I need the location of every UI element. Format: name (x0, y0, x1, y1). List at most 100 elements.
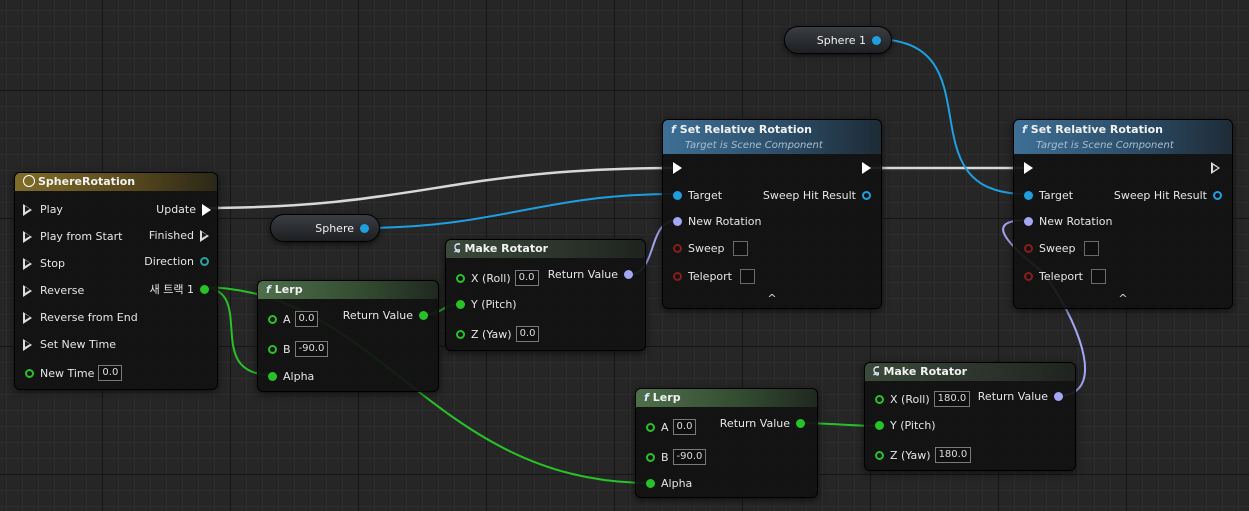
rotator-return-pin[interactable]: Return Value (978, 390, 1063, 403)
update-pin[interactable]: Update (156, 203, 211, 216)
node-subtitle: Target is Scene Component (685, 140, 823, 151)
pin-label: Play from Start (40, 230, 123, 243)
object-pin-icon[interactable] (360, 223, 369, 233)
sweep-pin[interactable]: Sweep (673, 241, 748, 256)
exec-in-pin[interactable] (1024, 162, 1033, 174)
exec-out-pin[interactable] (862, 162, 871, 174)
x-roll-pin[interactable]: X (Roll) 180.0 (875, 391, 971, 407)
new-rotation-pin[interactable]: New Rotation (1024, 215, 1113, 228)
sweep-hit-result-pin[interactable]: Sweep Hit Result (763, 189, 871, 202)
make-rotator-node-2[interactable]: ⫇ Make Rotator X (Roll) 180.0 Y (Pitch) Z … (864, 362, 1076, 471)
expand-arrow-icon[interactable]: ^ (663, 292, 881, 305)
expand-arrow-icon[interactable]: ^ (1014, 292, 1232, 305)
set-relative-rotation-node-2[interactable]: f Set Relative Rotation Target is Scene Co… (1013, 119, 1233, 309)
b-value-input[interactable]: -90.0 (672, 449, 707, 465)
lerp-a-pin[interactable]: A 0.0 (268, 311, 319, 327)
make-rotator-header[interactable]: ⫇ Make Rotator (446, 240, 645, 258)
float-pin-icon (646, 452, 655, 462)
pin-label: Return Value (342, 309, 413, 322)
target-pin[interactable]: Target (673, 189, 722, 202)
pin-label: Update (156, 203, 196, 216)
pin-label: Play (40, 203, 63, 216)
node-title: Set Relative Rotation (679, 123, 813, 136)
lerp-node-2[interactable]: f Lerp A 0.0 B -90.0 Alpha Return Value (635, 388, 818, 498)
lerp-a-pin[interactable]: A 0.0 (646, 419, 697, 435)
new-time-pin[interactable]: New Time 0.0 (25, 365, 123, 381)
teleport-checkbox[interactable] (1091, 269, 1106, 284)
finished-pin[interactable]: Finished (149, 229, 211, 242)
timeline-node-sphererotation[interactable]: SphereRotation Play Play from Start Stop… (14, 172, 218, 390)
z-yaw-input[interactable]: 0.0 (515, 326, 540, 342)
exec-in-icon (23, 338, 34, 351)
lerp-alpha-pin[interactable]: Alpha (646, 477, 692, 490)
a-value-input[interactable]: 0.0 (294, 311, 319, 327)
rotator-pin-icon (673, 217, 682, 226)
pin-label: Return Value (547, 268, 618, 281)
float-pin-icon (456, 273, 465, 283)
sweep-pin[interactable]: Sweep (1024, 241, 1099, 256)
teleport-pin[interactable]: Teleport (673, 269, 755, 284)
rotator-pin-icon (624, 270, 633, 279)
exec-out-pin[interactable] (1211, 162, 1222, 174)
reverse-pin[interactable]: Reverse (23, 284, 84, 297)
exec-in-icon (23, 257, 34, 270)
track-pin[interactable]: 새 트랙 1 (150, 281, 209, 297)
rotator-return-pin[interactable]: Return Value (548, 268, 633, 281)
lerp-b-pin[interactable]: B -90.0 (268, 341, 329, 357)
set-rotation-header[interactable]: f Set Relative Rotation Target is Scene Co… (663, 120, 881, 154)
make-rotator-header[interactable]: ⫇ Make Rotator (865, 363, 1075, 381)
new-time-input[interactable]: 0.0 (98, 365, 123, 381)
sphere1-variable-node[interactable]: Sphere 1 (784, 26, 892, 54)
a-value-input[interactable]: 0.0 (672, 419, 697, 435)
z-yaw-pin[interactable]: Z (Yaw) 0.0 (456, 326, 540, 342)
set-relative-rotation-node-1[interactable]: f Set Relative Rotation Target is Scene Co… (662, 119, 882, 309)
lerp-return-pin[interactable]: Return Value (343, 309, 428, 322)
sweep-hit-result-pin[interactable]: Sweep Hit Result (1114, 189, 1222, 202)
float-pin-icon (646, 479, 655, 488)
lerp-alpha-pin[interactable]: Alpha (268, 370, 314, 383)
lerp-header[interactable]: f Lerp (636, 389, 817, 407)
reverse-from-end-pin[interactable]: Reverse from End (23, 311, 138, 324)
play-from-start-pin[interactable]: Play from Start (23, 230, 122, 243)
object-pin-icon (1024, 191, 1033, 200)
pin-label: X (Roll) (890, 392, 930, 406)
x-roll-input[interactable]: 180.0 (933, 391, 971, 407)
x-roll-pin[interactable]: X (Roll) 0.0 (456, 270, 539, 286)
teleport-pin[interactable]: Teleport (1024, 269, 1106, 284)
direction-pin[interactable]: Direction (144, 255, 209, 268)
play-pin[interactable]: Play (23, 203, 63, 216)
new-rotation-pin[interactable]: New Rotation (673, 215, 762, 228)
timeline-title: SphereRotation (38, 175, 136, 188)
x-roll-input[interactable]: 0.0 (514, 270, 539, 286)
z-yaw-pin[interactable]: Z (Yaw) 180.0 (875, 447, 972, 463)
lerp-return-pin[interactable]: Return Value (720, 417, 805, 430)
variable-label: Sphere 1 (816, 33, 866, 47)
timeline-header[interactable]: SphereRotation (15, 173, 217, 191)
set-rotation-header[interactable]: f Set Relative Rotation Target is Scene Co… (1014, 120, 1232, 154)
y-pitch-pin[interactable]: Y (Pitch) (875, 419, 936, 432)
sweep-checkbox[interactable] (1083, 241, 1099, 256)
pin-label: Alpha (661, 477, 693, 490)
pin-label: Teleport (688, 270, 732, 283)
sweep-checkbox[interactable] (732, 241, 748, 256)
rotator-pin-icon (1054, 392, 1063, 401)
lerp-header[interactable]: f Lerp (258, 281, 438, 299)
teleport-checkbox[interactable] (740, 269, 755, 284)
z-yaw-input[interactable]: 180.0 (934, 447, 972, 463)
pin-label: Target (688, 189, 723, 202)
lerp-node-1[interactable]: f Lerp A 0.0 B -90.0 Alpha Return Value (257, 280, 439, 392)
rotator-pin-icon (1024, 217, 1033, 226)
float-pin-icon (796, 419, 805, 428)
float-pin-icon (875, 450, 884, 460)
object-pin-icon[interactable] (872, 35, 881, 45)
make-rotator-node-1[interactable]: ⫇ Make Rotator X (Roll) 0.0 Y (Pitch) Z (Y… (445, 239, 646, 351)
set-new-time-pin[interactable]: Set New Time (23, 338, 116, 351)
lerp-b-pin[interactable]: B -90.0 (646, 449, 707, 465)
b-value-input[interactable]: -90.0 (294, 341, 329, 357)
sphere-variable-node[interactable]: Sphere (270, 214, 380, 242)
exec-in-pin[interactable] (673, 162, 682, 174)
y-pitch-pin[interactable]: Y (Pitch) (456, 298, 517, 311)
struct-pin-icon (862, 191, 871, 200)
stop-pin[interactable]: Stop (23, 257, 65, 270)
target-pin[interactable]: Target (1024, 189, 1073, 202)
